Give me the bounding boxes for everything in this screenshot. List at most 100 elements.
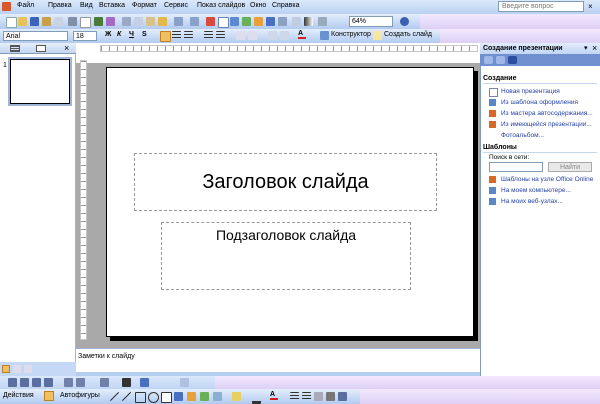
insert-picture-icon[interactable] bbox=[242, 17, 251, 26]
zoom-select[interactable]: 64% bbox=[349, 16, 393, 27]
align-center-icon[interactable] bbox=[172, 31, 181, 40]
dash-style-icon[interactable] bbox=[302, 392, 311, 401]
link-existing-presentation[interactable]: Из имеющейся презентации... bbox=[501, 121, 592, 128]
menu-window[interactable]: Окно bbox=[250, 2, 266, 9]
actions-menu[interactable]: Действия bbox=[3, 392, 34, 399]
chart-icon[interactable] bbox=[206, 17, 215, 26]
collapse-icon[interactable] bbox=[64, 378, 73, 387]
arrow-icon[interactable] bbox=[122, 392, 131, 401]
designer-button[interactable]: Конструктор bbox=[331, 31, 371, 38]
shadow-style-icon[interactable] bbox=[326, 392, 335, 401]
text-color-icon[interactable]: A bbox=[270, 391, 278, 400]
cut-icon[interactable] bbox=[122, 17, 131, 26]
hyperlink-icon[interactable] bbox=[278, 17, 287, 26]
rectangle-icon[interactable] bbox=[135, 392, 146, 403]
picture-icon[interactable] bbox=[213, 392, 222, 401]
chevron-down-icon[interactable]: ▾ bbox=[584, 44, 588, 52]
numbering-icon[interactable] bbox=[204, 31, 213, 40]
vertical-ruler[interactable] bbox=[80, 60, 87, 340]
show-grid-icon[interactable] bbox=[292, 17, 301, 26]
slide-subtitle-placeholder[interactable]: Подзаголовок слайда bbox=[161, 222, 411, 290]
forward-icon[interactable] bbox=[496, 56, 505, 64]
home-icon[interactable] bbox=[508, 56, 517, 64]
menu-slideshow[interactable]: Показ слайдов bbox=[197, 2, 245, 9]
decrease-indent-icon[interactable] bbox=[268, 31, 277, 40]
link-autocontent-wizard[interactable]: Из мастера автосодержания... bbox=[501, 110, 593, 117]
animation-icon[interactable] bbox=[140, 378, 149, 387]
link-from-design-template[interactable]: Из шаблона оформления bbox=[501, 99, 578, 106]
textbox-icon[interactable] bbox=[161, 392, 172, 403]
help-icon[interactable] bbox=[400, 17, 409, 26]
line-color-icon[interactable] bbox=[252, 392, 261, 404]
slide-title-placeholder[interactable]: Заголовок слайда bbox=[134, 153, 437, 211]
search-online-input[interactable] bbox=[489, 162, 543, 172]
link-new-presentation[interactable]: Новая презентация bbox=[501, 88, 560, 95]
font-select[interactable]: Arial bbox=[3, 31, 68, 41]
align-right-icon[interactable] bbox=[184, 31, 193, 40]
print-icon[interactable] bbox=[68, 17, 77, 26]
wordart-insert-icon[interactable] bbox=[174, 392, 183, 401]
menu-view[interactable]: Вид bbox=[80, 2, 93, 9]
link-photo-album[interactable]: Фотоальбом... bbox=[501, 132, 544, 139]
normal-view-icon[interactable] bbox=[2, 365, 10, 373]
arrow-style-icon[interactable] bbox=[314, 392, 323, 401]
decrease-font-icon[interactable] bbox=[248, 31, 257, 40]
save-icon[interactable] bbox=[30, 17, 39, 26]
help-search-input[interactable]: Введите вопрос bbox=[498, 1, 584, 12]
diagram-icon[interactable] bbox=[254, 17, 263, 26]
wordart-icon[interactable] bbox=[266, 17, 275, 26]
oval-icon[interactable] bbox=[148, 392, 159, 403]
link-on-my-web-sites[interactable]: На моих веб-узлах... bbox=[501, 198, 563, 205]
show-formatting-icon[interactable] bbox=[122, 378, 131, 387]
slideshow-view-icon[interactable] bbox=[24, 365, 32, 373]
back-icon[interactable] bbox=[484, 56, 493, 64]
expand-all-icon[interactable] bbox=[76, 378, 85, 387]
close-document-icon[interactable]: × bbox=[588, 2, 593, 11]
close-panel-icon[interactable]: × bbox=[64, 43, 69, 53]
find-button[interactable]: Найти bbox=[548, 162, 592, 172]
3d-style-icon[interactable] bbox=[338, 392, 347, 401]
move-up-icon[interactable] bbox=[32, 378, 41, 387]
spelling-icon[interactable] bbox=[94, 17, 103, 26]
research-icon[interactable] bbox=[106, 17, 115, 26]
align-left-icon[interactable] bbox=[160, 31, 171, 42]
slides-tab-icon[interactable] bbox=[36, 45, 46, 52]
new-slide-button[interactable]: Создать слайд bbox=[384, 31, 432, 38]
undo-icon[interactable] bbox=[174, 17, 183, 26]
link-on-my-computer[interactable]: На моем компьютере... bbox=[501, 187, 571, 194]
font-size-select[interactable]: 18 bbox=[73, 31, 97, 41]
outline-tab-icon[interactable] bbox=[10, 45, 20, 52]
horizontal-ruler[interactable] bbox=[100, 45, 478, 52]
slide-sorter-icon[interactable] bbox=[13, 365, 21, 373]
permission-icon[interactable] bbox=[42, 17, 51, 26]
slide-design-icon[interactable] bbox=[180, 378, 189, 387]
preview-icon[interactable] bbox=[80, 17, 91, 28]
demote-icon[interactable] bbox=[20, 378, 29, 387]
paste-icon[interactable] bbox=[146, 17, 155, 26]
notes-pane[interactable]: Заметки к слайду bbox=[76, 348, 480, 372]
fill-color-icon[interactable] bbox=[232, 392, 241, 401]
table-icon[interactable] bbox=[218, 17, 229, 28]
italic-button[interactable]: К bbox=[117, 31, 121, 38]
font-color-icon[interactable]: A bbox=[298, 30, 306, 39]
increase-font-icon[interactable] bbox=[236, 31, 245, 40]
increase-indent-icon[interactable] bbox=[280, 31, 289, 40]
line-style-icon[interactable] bbox=[290, 392, 299, 401]
link-templates-office-online[interactable]: Шаблоны на узле Office Online bbox=[501, 176, 593, 183]
underline-button[interactable]: Ч bbox=[129, 31, 134, 38]
line-icon[interactable] bbox=[110, 392, 119, 401]
format-painter-icon[interactable] bbox=[158, 17, 167, 26]
menu-help[interactable]: Справка bbox=[272, 2, 299, 9]
tables-borders-icon[interactable] bbox=[230, 17, 239, 26]
redo-icon[interactable] bbox=[190, 17, 199, 26]
close-task-pane-icon[interactable]: × bbox=[592, 43, 597, 53]
promote-icon[interactable] bbox=[8, 378, 17, 387]
expand-icon[interactable] bbox=[318, 17, 327, 26]
diagram-insert-icon[interactable] bbox=[187, 392, 196, 401]
menu-insert[interactable]: Вставка bbox=[99, 2, 125, 9]
clipart-icon[interactable] bbox=[200, 392, 209, 401]
open-icon[interactable] bbox=[18, 17, 27, 26]
move-down-icon[interactable] bbox=[44, 378, 53, 387]
autoshapes-menu[interactable]: Автофигуры bbox=[60, 392, 100, 399]
menu-edit[interactable]: Правка bbox=[48, 2, 72, 9]
